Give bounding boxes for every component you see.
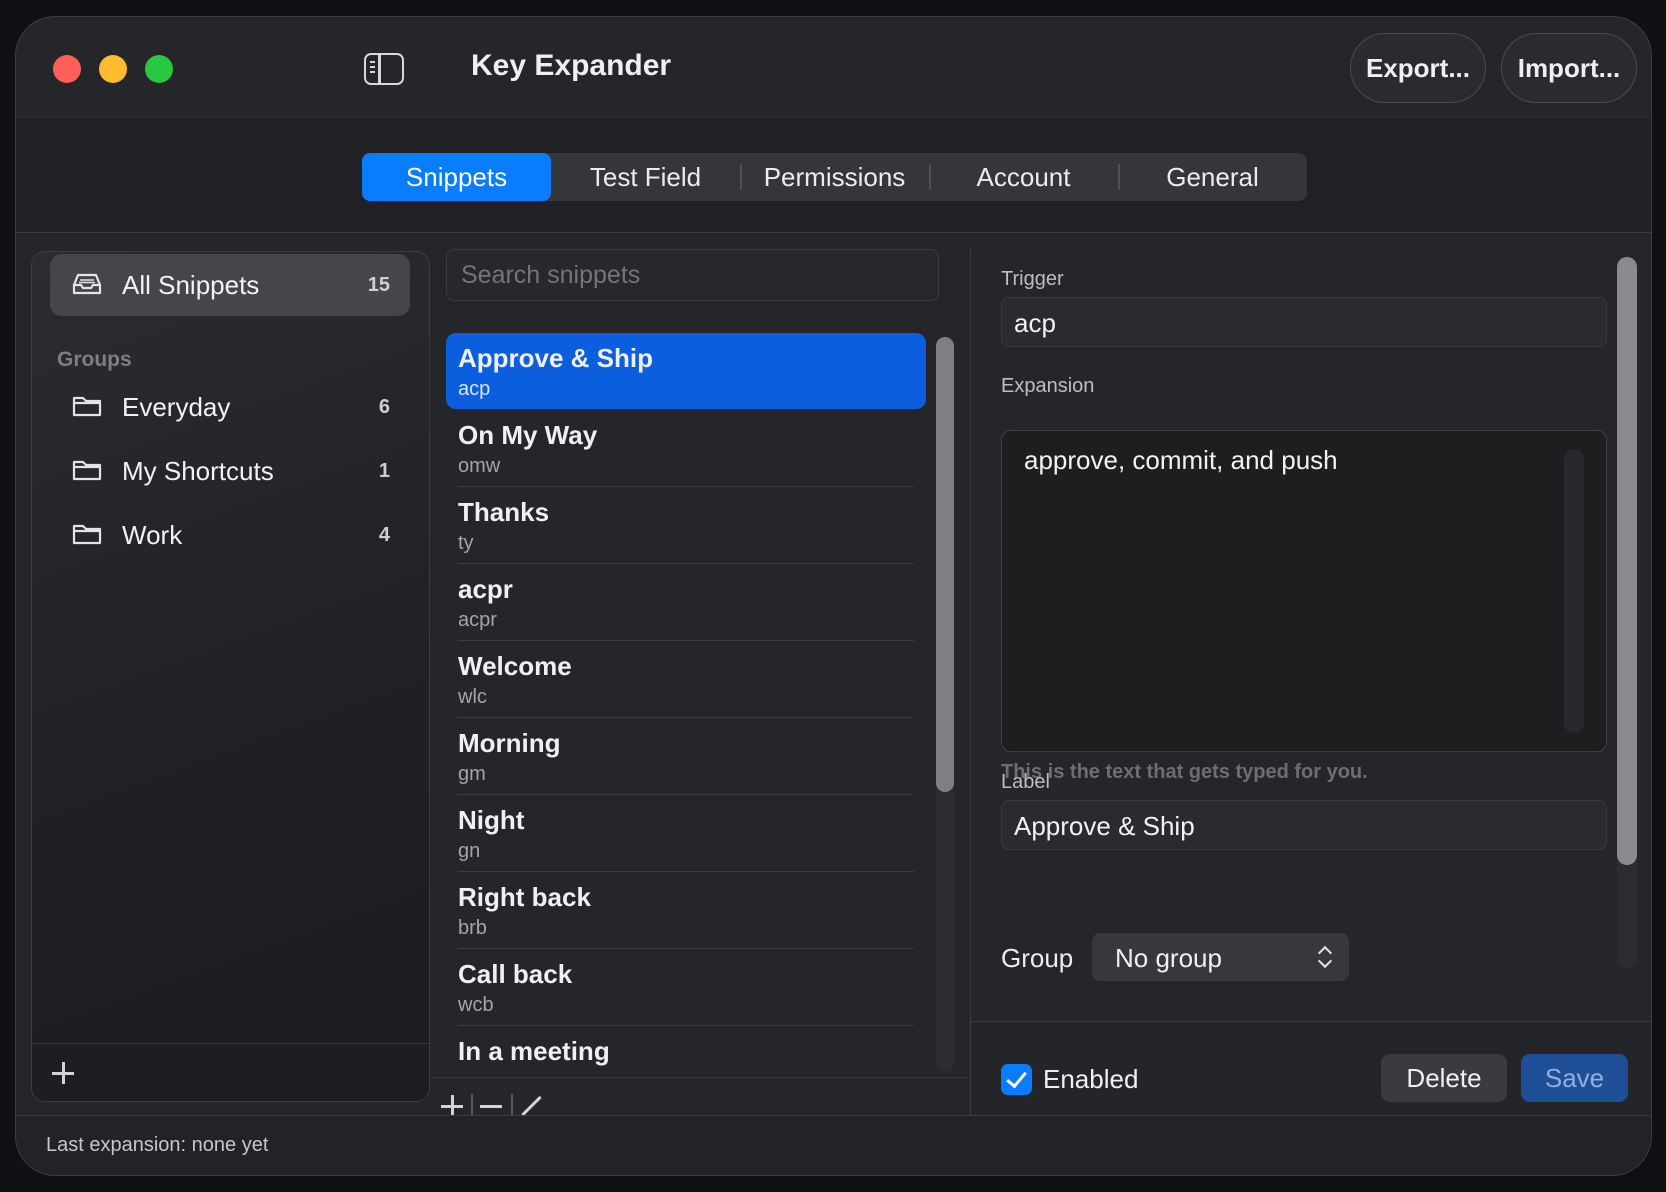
snippet-detail-panel: Trigger acp Expansion approve, commit, a… — [970, 249, 1651, 1133]
snippet-trigger: gn — [458, 840, 481, 862]
list-item[interactable]: On My Way omw — [446, 410, 926, 487]
snippet-trigger: wlc — [458, 686, 487, 708]
sidebar-toggle-icon[interactable] — [364, 53, 404, 85]
snippet-name: Approve & Ship — [458, 343, 654, 373]
snippet-trigger: brb — [458, 917, 487, 939]
enabled-label: Enabled — [1043, 1064, 1139, 1094]
list-item[interactable]: Approve & Ship acp — [446, 333, 926, 409]
list-item[interactable]: Welcome wlc — [446, 641, 926, 718]
snippet-name: Thanks — [458, 497, 550, 527]
expansion-hint: This is the text that gets typed for you… — [1001, 761, 1368, 783]
snippet-trigger: acp — [458, 378, 491, 400]
sidebar-item-label: My Shortcuts — [122, 456, 274, 486]
enabled-checkbox[interactable] — [1001, 1064, 1032, 1095]
sidebar-item-my-shortcuts[interactable]: My Shortcuts 1 — [50, 440, 410, 500]
snippet-name: On My Way — [458, 420, 598, 450]
tab-test-field[interactable]: Test Field — [551, 153, 740, 201]
snippet-name: Call back — [458, 959, 573, 989]
app-window: Key Expander Export... Import... Snippet… — [15, 16, 1652, 1176]
folder-icon — [72, 522, 102, 546]
snippet-list-scrollbar[interactable] — [936, 337, 954, 1072]
snippet-trigger: acpr — [458, 609, 497, 631]
snippet-list: Approve & Ship acp On My Way omw Thanks … — [446, 333, 926, 1076]
remove-snippet-icon[interactable] — [480, 1105, 502, 1108]
detail-scrollbar[interactable] — [1617, 257, 1637, 969]
expansion-textarea[interactable]: approve, commit, and push — [1001, 430, 1607, 752]
snippet-trigger: wcb — [458, 994, 494, 1016]
list-item[interactable]: In a meeting — [446, 1026, 926, 1076]
save-button[interactable]: Save — [1521, 1054, 1628, 1102]
expansion-scrollbar[interactable] — [1564, 449, 1584, 733]
tab-snippets[interactable]: Snippets — [362, 153, 551, 201]
tray-icon — [72, 272, 102, 296]
scrollbar-thumb[interactable] — [936, 337, 954, 792]
snippet-trigger: omw — [458, 455, 501, 477]
sidebar-item-all-snippets[interactable]: All Snippets 15 — [50, 254, 410, 316]
tab-segmented-control: Snippets Test Field Permissions Account … — [362, 153, 1307, 201]
sidebar-item-count: 15 — [367, 274, 390, 296]
trigger-field[interactable]: acp — [1001, 297, 1607, 347]
sidebar-item-count: 1 — [378, 460, 390, 482]
list-item[interactable]: Thanks ty — [446, 487, 926, 564]
sidebar-item-count: 6 — [378, 396, 390, 418]
snippet-name: Welcome — [458, 651, 572, 681]
list-item[interactable]: acpr acpr — [446, 564, 926, 641]
expansion-label: Expansion — [1001, 375, 1095, 397]
snippet-name: In a meeting — [458, 1036, 610, 1066]
group-select[interactable]: No group — [1092, 933, 1349, 981]
tab-account[interactable]: Account — [929, 153, 1118, 201]
sidebar-item-count: 4 — [378, 524, 390, 546]
group-select-value: No group — [1115, 943, 1222, 973]
tab-bar: Snippets Test Field Permissions Account … — [16, 121, 1651, 233]
minimize-window-button[interactable] — [99, 55, 127, 83]
snippet-name: Right back — [458, 882, 591, 912]
folder-icon — [72, 458, 102, 482]
list-item[interactable]: Morning gm — [446, 718, 926, 795]
label-label: Label — [1001, 771, 1050, 793]
list-item[interactable]: Call back wcb — [446, 949, 926, 1026]
close-window-button[interactable] — [53, 55, 81, 83]
groups-heading: Groups — [57, 348, 132, 371]
sidebar-item-label: Everyday — [122, 392, 231, 422]
tab-general[interactable]: General — [1118, 153, 1307, 201]
status-bar: Last expansion: none yet — [16, 1115, 1651, 1175]
window-title: Key Expander — [471, 49, 672, 82]
trigger-label: Trigger — [1001, 268, 1064, 290]
zoom-window-button[interactable] — [145, 55, 173, 83]
chevron-up-down-icon — [1317, 944, 1331, 970]
edit-snippet-icon[interactable] — [521, 1095, 542, 1117]
status-text: Last expansion: none yet — [46, 1134, 269, 1156]
sidebar-item-everyday[interactable]: Everyday 6 — [50, 376, 410, 436]
list-item[interactable]: Night gn — [446, 795, 926, 872]
search-input[interactable] — [446, 249, 939, 301]
sidebar-item-label: Work — [122, 520, 183, 550]
scrollbar-thumb[interactable] — [1617, 257, 1637, 865]
tab-permissions[interactable]: Permissions — [740, 153, 929, 201]
snippet-trigger: gm — [458, 763, 486, 785]
import-button[interactable]: Import... — [1501, 33, 1637, 103]
snippet-name: Night — [458, 805, 525, 835]
list-item[interactable]: Right back brb — [446, 872, 926, 949]
sidebar-item-work[interactable]: Work 4 — [50, 504, 410, 564]
delete-button[interactable]: Delete — [1381, 1054, 1507, 1102]
sidebar-item-label: All Snippets — [122, 270, 260, 300]
groups-sidebar: All Snippets 15 Groups Everyday 6 My Sho… — [31, 251, 430, 1102]
expansion-text: approve, commit, and push — [1024, 445, 1338, 475]
export-button[interactable]: Export... — [1350, 33, 1486, 103]
title-bar: Key Expander Export... Import... — [16, 17, 1651, 120]
snippet-name: Morning — [458, 728, 561, 758]
snippet-name: acpr — [458, 574, 513, 604]
group-label: Group — [1001, 943, 1074, 973]
label-field[interactable]: Approve & Ship — [1001, 800, 1607, 850]
add-group-icon[interactable] — [52, 1062, 74, 1084]
snippet-trigger: ty — [458, 532, 474, 554]
folder-icon — [72, 394, 102, 418]
add-snippet-icon[interactable] — [441, 1095, 463, 1117]
sidebar-footer — [32, 1043, 429, 1101]
